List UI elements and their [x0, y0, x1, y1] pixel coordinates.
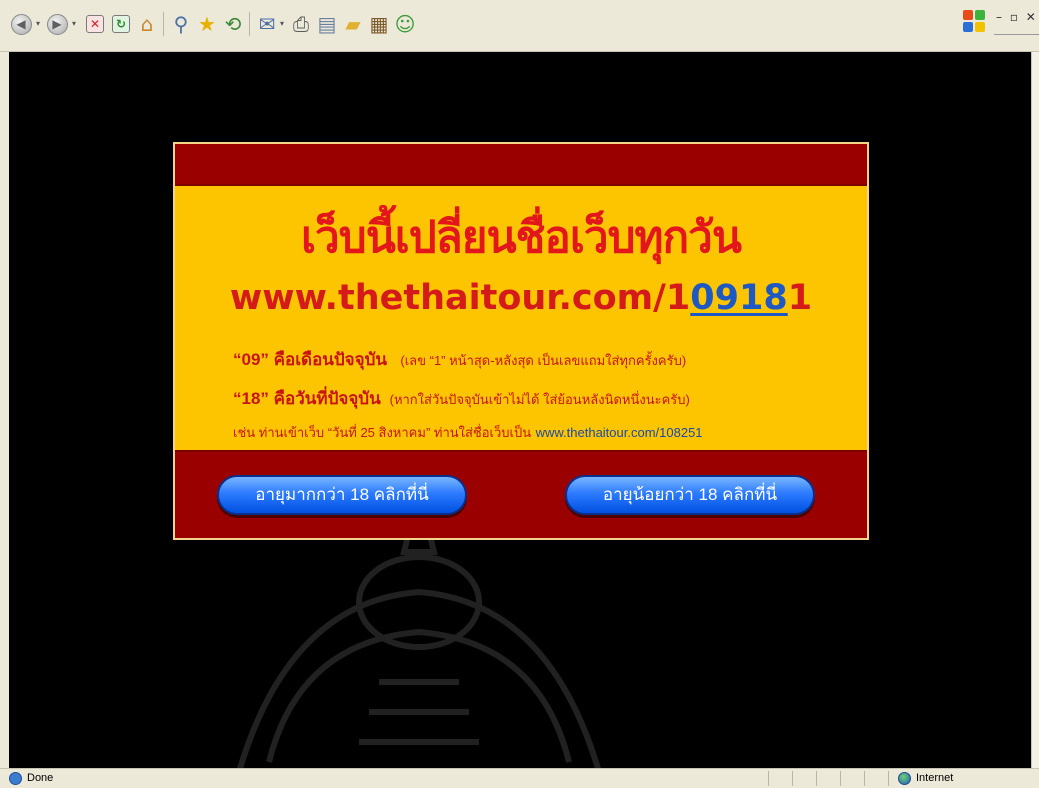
windows-logo-icon: [963, 10, 987, 34]
status-divider: [840, 771, 841, 786]
scrollbar-track[interactable]: [1031, 52, 1039, 768]
back-icon[interactable]: ◀: [8, 11, 34, 37]
url-day: 18: [739, 278, 788, 318]
toolbar-separator: [249, 12, 250, 36]
day-note: (หากใส่วันปัจจุบันเข้าไม่ได้ ใส่ย้อนหลัง…: [389, 392, 690, 407]
url-month: 09: [690, 278, 739, 318]
favorites-icon[interactable]: ★: [194, 11, 220, 37]
refresh-icon[interactable]: ↻: [108, 11, 134, 37]
status-divider: [816, 771, 817, 786]
folder-icon[interactable]: ▰: [340, 11, 366, 37]
status-divider: [768, 771, 769, 786]
status-divider: [864, 771, 865, 786]
mail-icon[interactable]: ✉: [254, 11, 280, 37]
banner-headline: เว็บนี้เปลี่ยนชื่อเว็บทุกวัน: [301, 212, 742, 263]
page-viewport: เว็บนี้เปลี่ยนชื่อเว็บทุกวัน www.thethai…: [9, 52, 1031, 768]
status-divider: [792, 771, 793, 786]
over-18-button[interactable]: อายุมากกว่า 18 คลิกที่นี่: [217, 475, 467, 515]
research-icon[interactable]: ▦: [366, 11, 392, 37]
example-text: เช่น ท่านเข้าเว็บ “วันที่ 25 สิงหาคม” ท่…: [233, 425, 532, 440]
status-bar: Done Internet: [0, 768, 1039, 788]
url-prefix: www.thethaitour.com/1: [229, 278, 691, 318]
home-icon[interactable]: ⌂: [134, 11, 160, 37]
edit-icon[interactable]: ▤: [314, 11, 340, 37]
month-note: (เลข “1” หน้าสุด-หลังสุด เป็นเลขแถมใส่ทุ…: [400, 353, 687, 368]
forward-icon[interactable]: ▶: [44, 11, 70, 37]
example-url: www.thethaitour.com/108251: [535, 425, 703, 440]
forward-dropdown-icon[interactable]: ▾: [72, 19, 76, 28]
page-done-icon: [9, 772, 22, 785]
day-explanation: “18” คือวันที่ปัจจุบัน (หากใส่วันปัจจุบั…: [233, 385, 690, 412]
age-gate-banner: เว็บนี้เปลี่ยนชื่อเว็บทุกวัน www.thethai…: [173, 142, 869, 540]
back-dropdown-icon[interactable]: ▾: [36, 19, 40, 28]
month-explanation: “09” คือเดือนปัจจุบัน (เลข “1” หน้าสุด-ห…: [233, 346, 686, 373]
under-18-button[interactable]: อายุน้อยกว่า 18 คลิกที่นี่: [565, 475, 815, 515]
example-line: เช่น ท่านเข้าเว็บ “วันที่ 25 สิงหาคม” ท่…: [233, 422, 703, 443]
status-text: Done: [27, 772, 54, 784]
security-zone-label: Internet: [916, 772, 954, 784]
stop-icon[interactable]: ✕: [82, 11, 108, 37]
print-icon[interactable]: ⎙: [288, 11, 314, 37]
month-label: “09” คือเดือนปัจจุบัน: [233, 350, 388, 369]
internet-zone-icon: [898, 772, 911, 785]
url-suffix: 1: [787, 278, 813, 318]
site-url-pattern: www.thethaitour.com/109181: [175, 278, 867, 318]
banner-info-panel: เว็บนี้เปลี่ยนชื่อเว็บทุกวัน www.thethai…: [175, 184, 867, 452]
mail-dropdown-icon[interactable]: ▾: [280, 19, 284, 28]
toolbar-separator: [163, 12, 164, 36]
messenger-icon[interactable]: ☺: [392, 11, 418, 37]
day-label: “18” คือวันที่ปัจจุบัน: [233, 389, 381, 408]
window-controls[interactable]: – ▫ ✕: [996, 10, 1038, 24]
toolbar-divider: [994, 34, 1039, 35]
search-icon[interactable]: ⚲: [168, 11, 194, 37]
status-divider: [888, 771, 889, 786]
browser-toolbar: ◀ ▾ ▶ ▾ ✕ ↻ ⌂ ⚲ ★ ⟲ ✉ ▾ ⎙ ▤ ▰ ▦ ☺ – ▫ ✕: [0, 0, 1039, 52]
history-icon[interactable]: ⟲: [220, 11, 246, 37]
